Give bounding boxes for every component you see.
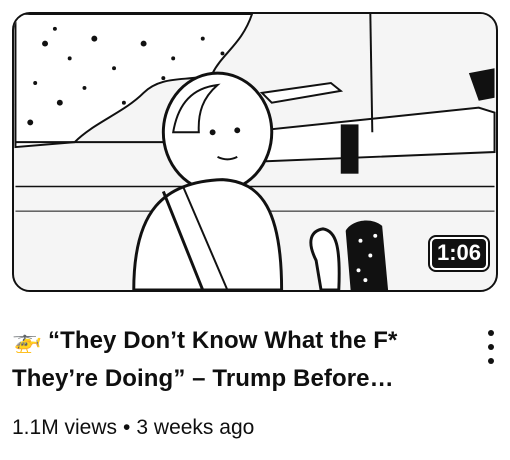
video-thumbnail[interactable]: 1:06 bbox=[12, 12, 498, 292]
menu-dot bbox=[488, 344, 494, 350]
video-card[interactable]: 1:06 🚁 “They Don’t Know What the F* They’… bbox=[0, 0, 510, 460]
more-vert-icon[interactable] bbox=[480, 330, 502, 364]
view-count: 1.1M views bbox=[12, 416, 118, 439]
upload-age: 3 weeks ago bbox=[136, 416, 255, 439]
video-stats: 1.1M views • 3 weeks ago bbox=[12, 415, 472, 441]
thumbnail-image bbox=[14, 14, 496, 290]
helicopter-icon: 🚁 bbox=[12, 327, 42, 354]
video-metadata: 🚁 “They Don’t Know What the F* They’re Do… bbox=[12, 322, 472, 441]
video-title-text: “They Don’t Know What the F* They’re Doi… bbox=[12, 327, 398, 392]
duration-badge: 1:06 bbox=[427, 235, 491, 272]
menu-dot bbox=[488, 358, 494, 364]
stats-separator: • bbox=[123, 416, 131, 439]
video-title[interactable]: 🚁 “They Don’t Know What the F* They’re Do… bbox=[12, 322, 472, 398]
menu-dot bbox=[488, 330, 494, 336]
